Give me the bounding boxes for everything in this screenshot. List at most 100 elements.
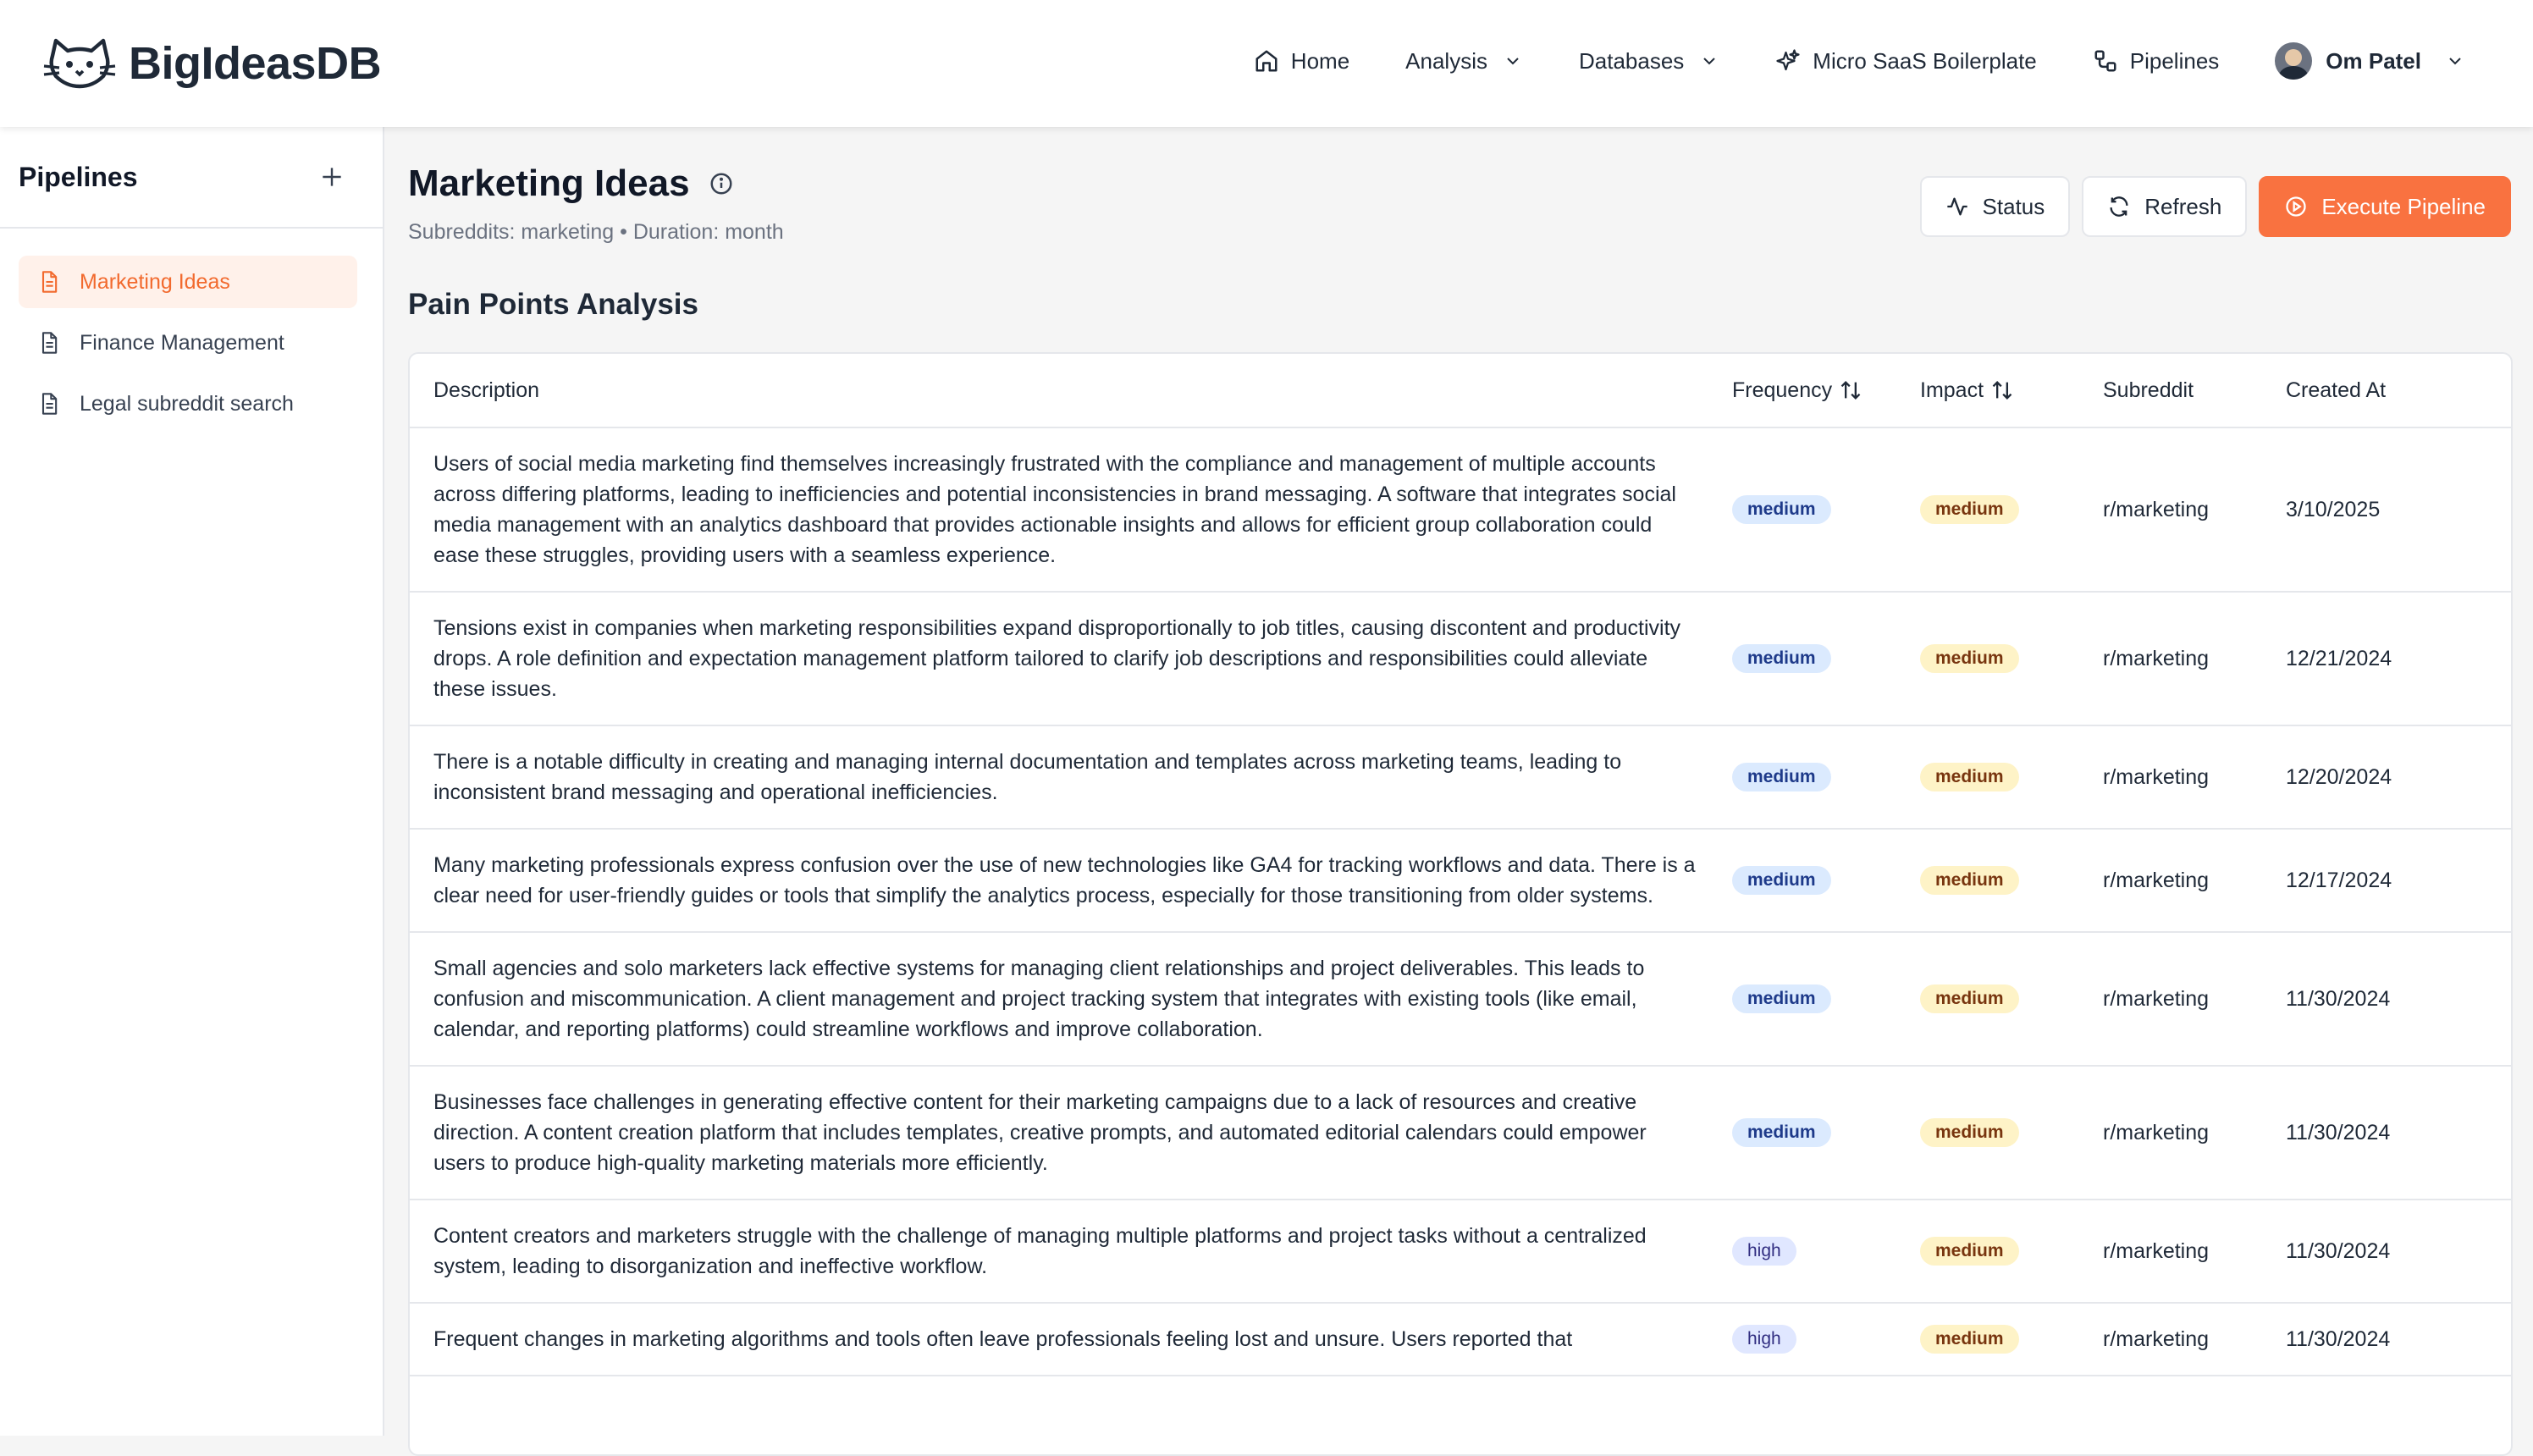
impact-badge: medium [1920, 1237, 2019, 1266]
nav-home[interactable]: Home [1254, 34, 1349, 88]
frequency-badge: medium [1732, 763, 1831, 791]
brand-name: BigIdeasDB [129, 38, 382, 89]
impact-badge: medium [1920, 984, 2019, 1013]
main-nav: Home Analysis Databases Micro SaaS Boile… [1198, 34, 2465, 88]
nav-analysis-label: Analysis [1405, 47, 1487, 74]
row-frequency: medium [1732, 495, 1920, 524]
frequency-badge: medium [1732, 495, 1831, 524]
nav-databases[interactable]: Databases [1579, 34, 1719, 88]
row-subreddit: r/marketing [2103, 868, 2210, 892]
row-description: Frequent changes in marketing algorithms… [433, 1327, 1573, 1351]
nav-boilerplate[interactable]: Micro SaaS Boilerplate [1775, 34, 2037, 88]
refresh-button[interactable]: Refresh [2082, 176, 2248, 237]
row-impact: medium [1920, 644, 2103, 673]
execute-pipeline-button[interactable]: Execute Pipeline [2259, 176, 2511, 237]
sparkles-icon [1776, 49, 1800, 71]
header-impact[interactable]: Impact [1920, 378, 2103, 403]
pain-points-table: Description Frequency Impact Subreddit C… [408, 352, 2513, 1456]
cat-logo-icon [43, 38, 116, 89]
nav-databases-label: Databases [1578, 47, 1685, 74]
sidebar-title: Pipelines [19, 161, 138, 192]
plus-icon[interactable] [318, 163, 345, 190]
info-icon[interactable] [709, 171, 734, 196]
row-created-at: 12/20/2024 [2286, 764, 2392, 789]
impact-badge: medium [1920, 644, 2019, 673]
execute-button-label: Execute Pipeline [2321, 193, 2486, 219]
top-navbar: BigIdeasDB Home Analysis Databases Micro… [0, 0, 2533, 127]
row-frequency: medium [1732, 644, 1920, 673]
sidebar-item-label: Legal subreddit search [80, 391, 294, 416]
activity-icon [1946, 197, 1967, 216]
header-frequency[interactable]: Frequency [1732, 378, 1920, 403]
status-button[interactable]: Status [1919, 176, 2071, 237]
table-row[interactable]: Many marketing professionals express con… [410, 830, 2511, 933]
frequency-badge: high [1732, 1325, 1796, 1354]
row-description: Users of social media marketing find the… [433, 452, 1676, 567]
table-row[interactable]: Tensions exist in companies when marketi… [410, 593, 2511, 726]
header-created-at: Created At [2286, 378, 2387, 402]
row-description: Tensions exist in companies when marketi… [433, 616, 1681, 701]
impact-badge: medium [1920, 866, 2019, 895]
row-frequency: medium [1732, 763, 1920, 791]
document-icon [41, 271, 58, 293]
nav-home-label: Home [1290, 47, 1350, 74]
row-subreddit: r/marketing [2103, 986, 2210, 1011]
table-row[interactable]: Content creators and marketers struggle … [410, 1200, 2511, 1304]
row-impact: medium [1920, 763, 2103, 791]
page-title-row: Marketing Ideas [408, 163, 734, 205]
row-subreddit: r/marketing [2103, 764, 2210, 789]
table-row[interactable]: There is a notable difficulty in creatin… [410, 726, 2511, 830]
page-title: Marketing Ideas [408, 163, 690, 204]
sidebar-item-label: Finance Management [80, 330, 284, 355]
sidebar: Pipelines Marketing Ideas Finance Manage… [0, 127, 384, 1436]
table-row[interactable]: Businesses face challenges in generating… [410, 1067, 2511, 1200]
row-created-at: 11/30/2024 [2286, 1238, 2391, 1263]
impact-badge: medium [1920, 495, 2019, 524]
table-row[interactable]: Small agencies and solo marketers lack e… [410, 933, 2511, 1067]
frequency-badge: medium [1732, 1118, 1831, 1147]
header-impact-label: Impact [1920, 378, 1984, 402]
user-name: Om Patel [2326, 47, 2421, 74]
sidebar-item-marketing-ideas[interactable]: Marketing Ideas [19, 256, 357, 308]
avatar [2275, 42, 2313, 80]
row-subreddit: r/marketing [2103, 1238, 2210, 1263]
row-frequency: medium [1732, 984, 1920, 1013]
status-button-label: Status [1982, 193, 2045, 219]
header-subreddit: Subreddit [2103, 378, 2194, 402]
table-row[interactable]: Users of social media marketing find the… [410, 428, 2511, 593]
play-circle-icon [2286, 196, 2306, 217]
row-subreddit: r/marketing [2103, 1326, 2210, 1351]
sort-icon [1840, 381, 1861, 400]
sidebar-item-legal-subreddit-search[interactable]: Legal subreddit search [19, 378, 357, 430]
home-icon [1255, 50, 1278, 72]
user-menu[interactable]: Om Patel [2275, 34, 2465, 88]
row-created-at: 11/30/2024 [2286, 1120, 2391, 1144]
impact-badge: medium [1920, 763, 2019, 791]
row-impact: medium [1920, 1325, 2103, 1354]
brand-logo[interactable]: BigIdeasDB [42, 30, 382, 97]
row-frequency: medium [1732, 866, 1920, 895]
sidebar-item-finance-management[interactable]: Finance Management [19, 317, 357, 369]
nav-pipelines-label: Pipelines [2129, 47, 2220, 74]
sidebar-header: Pipelines [0, 127, 383, 229]
nav-pipelines[interactable]: Pipelines [2093, 34, 2220, 88]
sidebar-item-label: Marketing Ideas [80, 269, 230, 294]
nav-analysis[interactable]: Analysis [1405, 34, 1523, 88]
frequency-badge: medium [1732, 984, 1831, 1013]
row-description: Content creators and marketers struggle … [433, 1224, 1647, 1278]
nav-boilerplate-label: Micro SaaS Boilerplate [1813, 47, 2037, 74]
row-created-at: 3/10/2025 [2286, 497, 2381, 521]
row-description: Many marketing professionals express con… [433, 853, 1696, 907]
frequency-badge: medium [1732, 644, 1831, 673]
row-description: There is a notable difficulty in creatin… [433, 750, 1622, 804]
row-impact: medium [1920, 866, 2103, 895]
table-row[interactable]: Frequent changes in marketing algorithms… [410, 1304, 2511, 1376]
sidebar-list: Marketing Ideas Finance Management Legal… [0, 229, 383, 430]
row-impact: medium [1920, 1118, 2103, 1147]
page-subtitle: Subreddits: marketing • Duration: month [408, 220, 784, 244]
chevron-down-icon [1507, 58, 1519, 65]
row-description: Businesses face challenges in generating… [433, 1090, 1647, 1175]
section-title: Pain Points Analysis [408, 288, 698, 321]
frequency-badge: high [1732, 1237, 1796, 1266]
row-created-at: 12/21/2024 [2286, 646, 2392, 670]
